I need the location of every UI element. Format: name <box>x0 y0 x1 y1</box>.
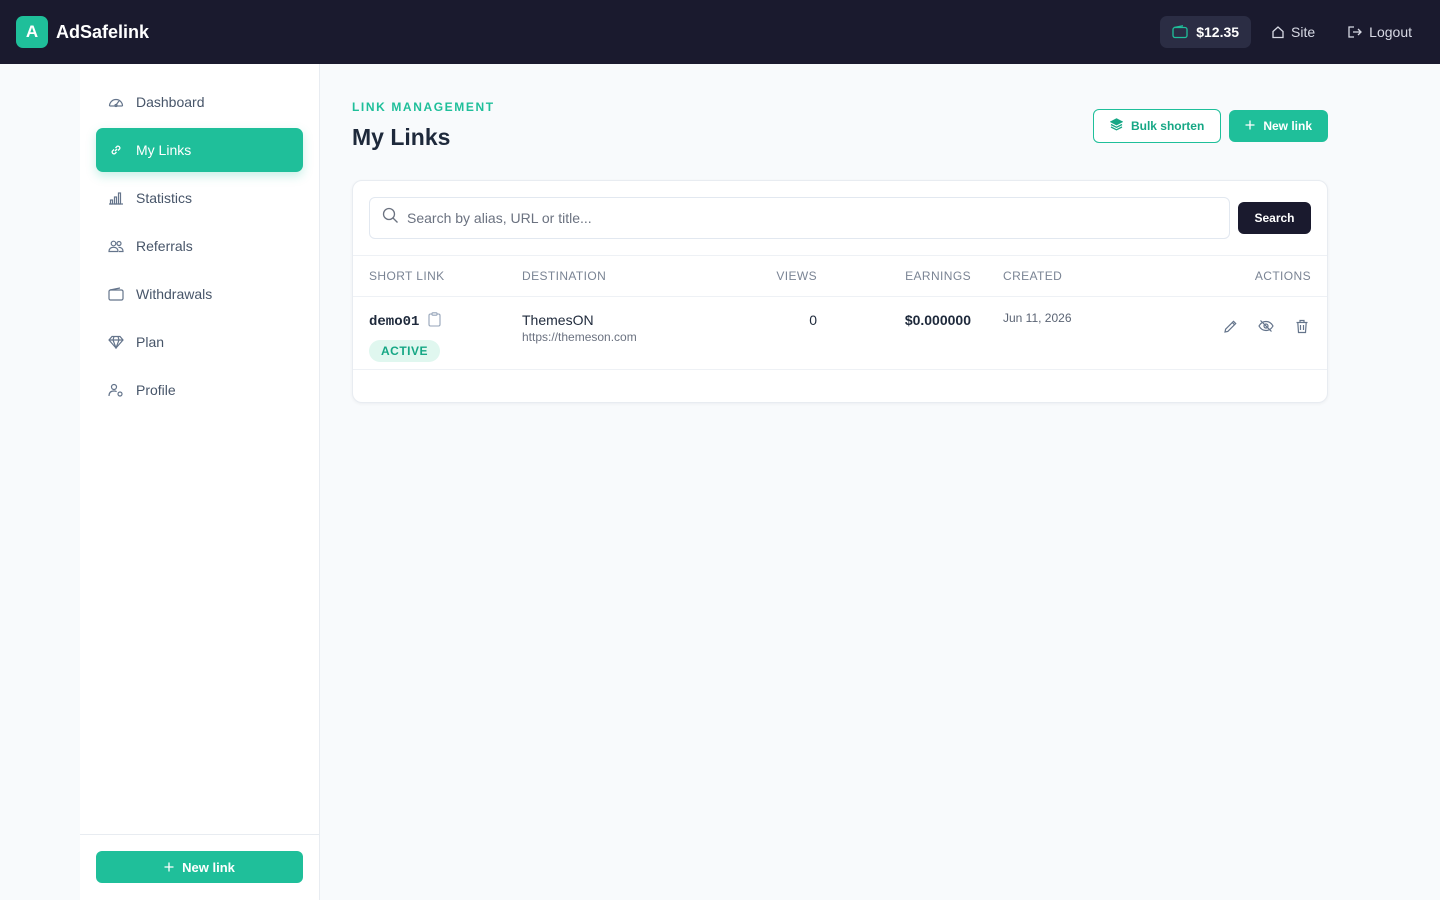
plus-icon <box>164 860 174 875</box>
plus-icon <box>1245 119 1255 133</box>
balance-badge[interactable]: $12.35 <box>1160 16 1252 48</box>
short-link-alias[interactable]: demo01 <box>369 314 419 330</box>
trash-icon[interactable] <box>1293 317 1311 335</box>
sidebar: Dashboard My Links Statistics Referrals … <box>80 64 320 900</box>
earnings-value: $0.000000 <box>904 312 971 328</box>
destination-cell: ThemesON https://themeson.com <box>522 297 637 344</box>
destination-url[interactable]: https://themeson.com <box>522 330 637 344</box>
bulk-shorten-button[interactable]: Bulk shorten <box>1092 109 1222 143</box>
status-badge: ACTIVE <box>369 340 441 362</box>
site-link[interactable]: Site <box>1259 16 1327 48</box>
logout-label: Logout <box>1369 24 1412 40</box>
home-icon <box>1271 25 1285 39</box>
edit-pencil-icon[interactable] <box>1221 317 1239 335</box>
header-actions: Bulk shorten New link <box>1092 109 1328 143</box>
eye-off-icon[interactable] <box>1257 317 1275 335</box>
balance-amount: $12.35 <box>1196 24 1240 40</box>
link-icon <box>108 142 124 158</box>
search-row: Search <box>353 181 1327 256</box>
top-right-actions: $12.35 Site Logout <box>1160 16 1424 48</box>
sidebar-item-plan[interactable]: Plan <box>96 320 303 364</box>
sidebar-item-label: Dashboard <box>136 94 205 110</box>
sidebar-item-label: Withdrawals <box>136 286 213 302</box>
sidebar-item-referrals[interactable]: Referrals <box>96 224 303 268</box>
views-value: 0 <box>809 312 817 328</box>
logout-icon <box>1347 25 1363 39</box>
search-input[interactable] <box>407 210 1217 226</box>
row-actions <box>1221 297 1311 335</box>
gauge-icon <box>108 94 124 110</box>
sidebar-item-profile[interactable]: Profile <box>96 368 303 412</box>
user-gear-icon <box>108 382 124 398</box>
wallet-icon <box>108 286 124 302</box>
short-link-cell: demo01 ACTIVE <box>369 297 441 362</box>
clipboard-icon[interactable] <box>428 312 441 332</box>
column-header-views[interactable]: VIEWS <box>776 269 817 283</box>
sidebar-item-label: My Links <box>136 142 192 158</box>
brand[interactable]: A AdSafelink <box>16 16 149 48</box>
bulk-shorten-label: Bulk shorten <box>1130 119 1205 133</box>
main-content: LINK MANAGEMENT My Links Bulk shorten Ne… <box>352 100 1328 403</box>
sidebar-footer: New link <box>80 834 319 900</box>
column-header-created[interactable]: CREATED <box>1003 269 1062 283</box>
new-link-label: New link <box>1263 119 1312 133</box>
sidebar-item-label: Plan <box>136 334 165 350</box>
sidebar-item-label: Statistics <box>136 190 193 206</box>
search-button[interactable]: Search <box>1238 202 1311 234</box>
column-header-short-link[interactable]: SHORT LINK <box>369 269 445 283</box>
brand-logo: A <box>16 16 48 48</box>
sidebar-item-my-links[interactable]: My Links <box>96 128 303 172</box>
top-bar: A AdSafelink $12.35 Site Logout <box>0 0 1440 64</box>
column-header-actions: ACTIONS <box>1254 269 1311 283</box>
table-header: SHORT LINK DESTINATION VIEWS EARNINGS CR… <box>353 256 1327 297</box>
sidebar-item-dashboard[interactable]: Dashboard <box>96 80 303 124</box>
created-date: Jun 11, 2026 <box>1003 311 1072 325</box>
column-header-earnings[interactable]: EARNINGS <box>905 269 971 283</box>
new-link-button[interactable]: New link <box>1229 110 1328 142</box>
new-link-label: New link <box>182 859 235 875</box>
bar-chart-icon <box>108 190 124 206</box>
sidebar-item-statistics[interactable]: Statistics <box>96 176 303 220</box>
table-row: demo01 ACTIVE ThemesON https://themeson.… <box>353 297 1327 370</box>
destination-title: ThemesON <box>522 312 594 328</box>
users-icon <box>108 238 124 254</box>
brand-name: AdSafelink <box>56 21 150 42</box>
diamond-icon <box>108 334 124 350</box>
sidebar-item-label: Profile <box>136 382 176 398</box>
wallet-icon <box>1172 25 1188 39</box>
column-header-destination[interactable]: DESTINATION <box>522 269 606 283</box>
layers-icon <box>1109 118 1124 134</box>
sidebar-nav: Dashboard My Links Statistics Referrals … <box>80 64 319 412</box>
logout-link[interactable]: Logout <box>1335 16 1424 48</box>
site-label: Site <box>1291 24 1316 40</box>
search-box[interactable] <box>369 197 1230 239</box>
sidebar-new-link-button[interactable]: New link <box>96 851 303 883</box>
search-icon <box>382 207 399 229</box>
sidebar-item-label: Referrals <box>136 238 193 254</box>
sidebar-item-withdrawals[interactable]: Withdrawals <box>96 272 303 316</box>
links-card: Search SHORT LINK DESTINATION VIEWS EARN… <box>352 180 1328 403</box>
